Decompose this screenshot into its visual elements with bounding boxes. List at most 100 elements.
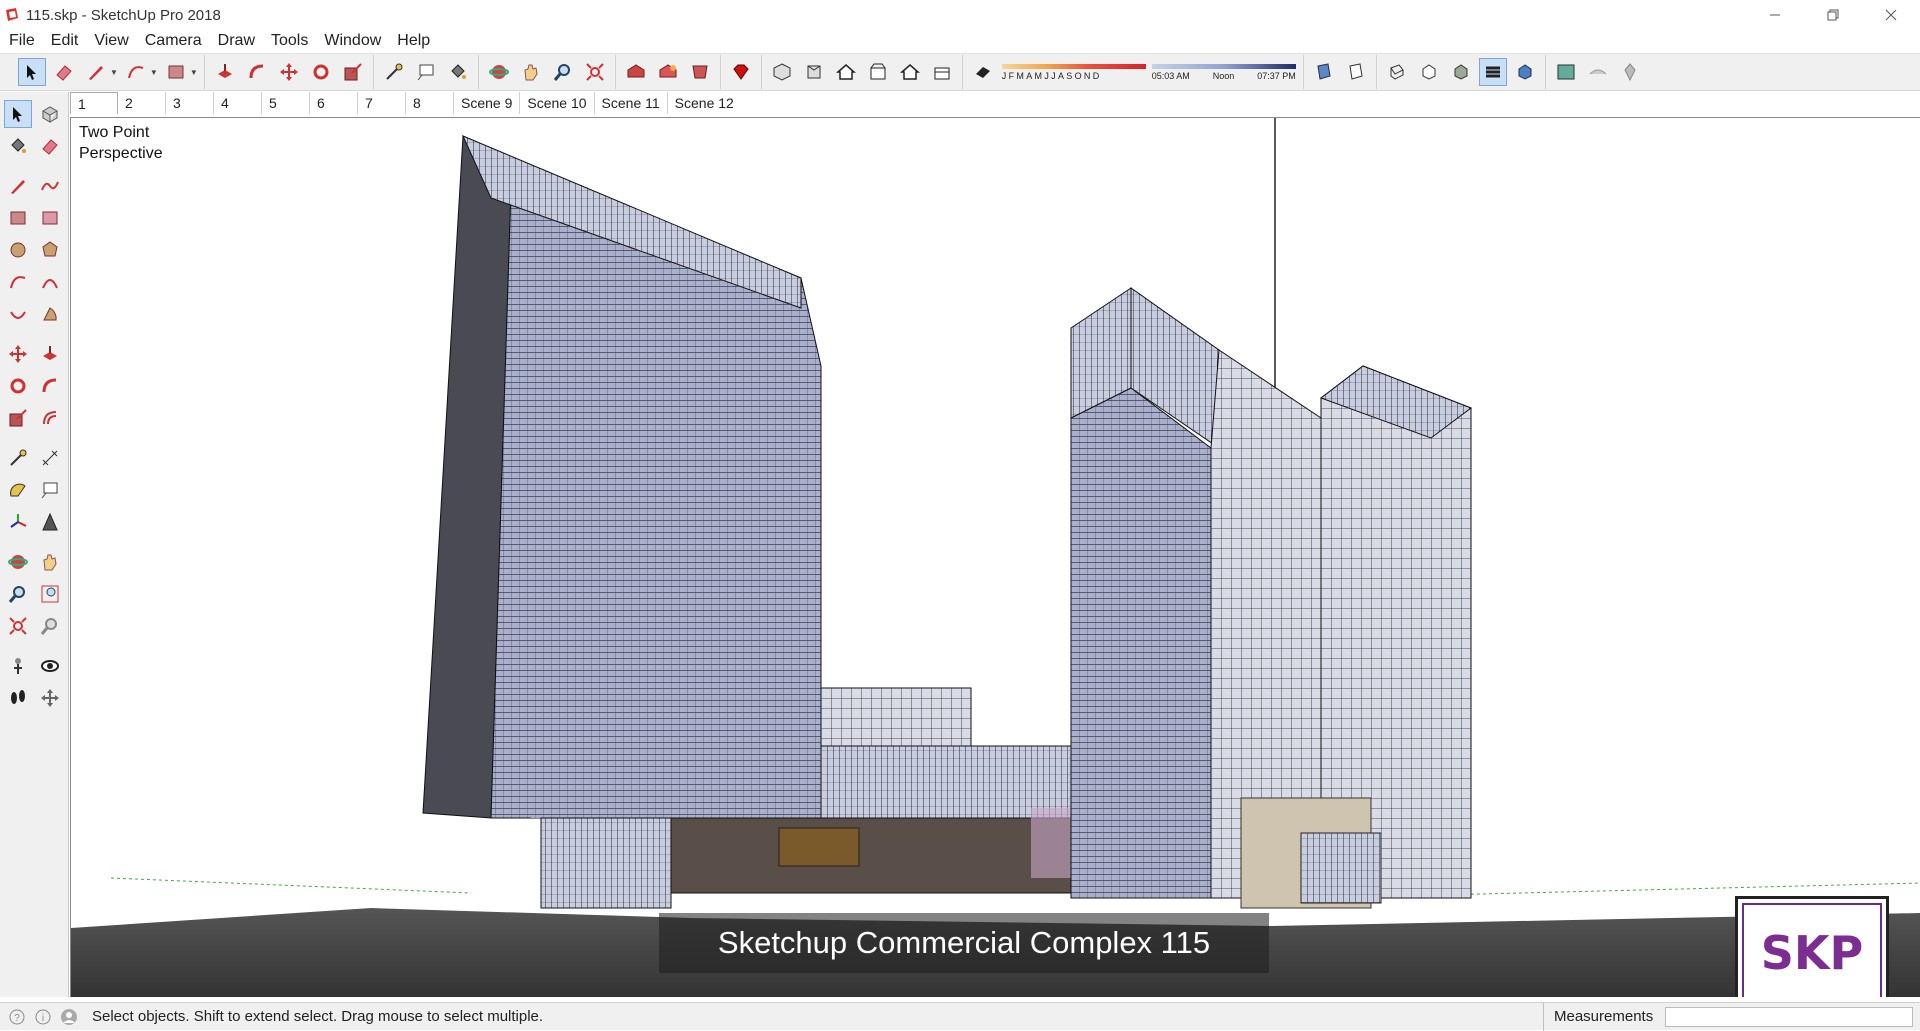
shadow-toggle-button[interactable] bbox=[969, 58, 997, 86]
palette-eraser-button[interactable] bbox=[36, 132, 64, 160]
palette-zoom-window-button[interactable] bbox=[36, 580, 64, 608]
rotate-tool-button[interactable] bbox=[307, 58, 335, 86]
palette-text-button[interactable] bbox=[36, 476, 64, 504]
xray-style-button[interactable] bbox=[1383, 58, 1411, 86]
palette-walk-button[interactable] bbox=[4, 684, 32, 712]
arc-tool-button[interactable] bbox=[122, 58, 150, 86]
right-view-button[interactable] bbox=[864, 58, 892, 86]
scene-tab-8[interactable]: 8 bbox=[406, 92, 454, 114]
tape-measure-button[interactable] bbox=[380, 58, 408, 86]
push-pull-button[interactable] bbox=[211, 58, 239, 86]
palette-make-component-button[interactable] bbox=[36, 100, 64, 128]
photo-texture-button[interactable] bbox=[1552, 58, 1580, 86]
palette-push-pull-button[interactable] bbox=[36, 340, 64, 368]
restore-button[interactable] bbox=[1804, 0, 1862, 30]
menu-edit[interactable]: Edit bbox=[50, 32, 80, 50]
scene-tab-1[interactable]: 1 bbox=[70, 92, 118, 114]
time-slider[interactable] bbox=[1151, 63, 1296, 69]
menu-tools[interactable]: Tools bbox=[270, 32, 309, 50]
palette-rotate-button[interactable] bbox=[4, 372, 32, 400]
share-model-button[interactable] bbox=[654, 58, 682, 86]
shaded-textures-button[interactable] bbox=[1478, 58, 1507, 86]
left-view-button[interactable] bbox=[928, 58, 956, 86]
palette-offset-button[interactable] bbox=[36, 404, 64, 432]
palette-paint-bucket-button[interactable] bbox=[4, 132, 32, 160]
rectangle-tool-button[interactable] bbox=[162, 58, 190, 86]
paint-bucket-button[interactable] bbox=[444, 58, 472, 86]
palette-2point-arc-button[interactable] bbox=[36, 268, 64, 296]
geo-location-icon[interactable]: ? bbox=[8, 1008, 26, 1026]
menu-help[interactable]: Help bbox=[396, 32, 431, 50]
scene-tab-5[interactable]: 5 bbox=[262, 92, 310, 114]
location-button[interactable] bbox=[1616, 58, 1644, 86]
section-display-button[interactable] bbox=[1342, 58, 1370, 86]
iso-view-button[interactable] bbox=[768, 58, 796, 86]
extension-warehouse-button[interactable] bbox=[686, 58, 714, 86]
palette-arc-button[interactable] bbox=[4, 268, 32, 296]
palette-3point-arc-button[interactable] bbox=[4, 300, 32, 328]
scene-tab-12[interactable]: Scene 12 bbox=[668, 92, 741, 114]
palette-look-around-button[interactable] bbox=[36, 652, 64, 680]
palette-orbit-button[interactable] bbox=[4, 548, 32, 576]
palette-protractor-button[interactable] bbox=[4, 476, 32, 504]
palette-zoom-button[interactable] bbox=[4, 580, 32, 608]
menu-draw[interactable]: Draw bbox=[217, 32, 256, 50]
text-tool-button[interactable] bbox=[412, 58, 440, 86]
palette-section-plane-button[interactable] bbox=[36, 684, 64, 712]
palette-select-button[interactable] bbox=[4, 100, 32, 128]
menu-camera[interactable]: Camera bbox=[144, 32, 203, 50]
sandbox-button[interactable] bbox=[1584, 58, 1612, 86]
arc-dropdown-arrow[interactable]: ▼ bbox=[150, 68, 158, 77]
drawing-viewport[interactable]: Two Point Perspective Sketchup Commercia… bbox=[70, 117, 1920, 997]
palette-previous-view-button[interactable] bbox=[36, 612, 64, 640]
zoom-extents-button[interactable] bbox=[581, 58, 609, 86]
palette-circle-button[interactable] bbox=[4, 236, 32, 264]
palette-zoom-extents-button[interactable] bbox=[4, 612, 32, 640]
palette-move-button[interactable] bbox=[4, 340, 32, 368]
credits-icon[interactable]: i bbox=[34, 1008, 52, 1026]
line-dropdown-arrow[interactable]: ▼ bbox=[110, 68, 118, 77]
menu-window[interactable]: Window bbox=[323, 32, 382, 50]
select-tool-button[interactable] bbox=[18, 58, 46, 86]
palette-rectangle-button[interactable] bbox=[4, 204, 32, 232]
palette-rotated-rectangle-button[interactable] bbox=[36, 204, 64, 232]
palette-line-button[interactable] bbox=[4, 172, 32, 200]
scene-tab-6[interactable]: 6 bbox=[310, 92, 358, 114]
palette-tape-measure-button[interactable] bbox=[4, 444, 32, 472]
pan-button[interactable] bbox=[517, 58, 545, 86]
scene-tab-10[interactable]: Scene 10 bbox=[520, 92, 595, 114]
monochrome-button[interactable] bbox=[1511, 58, 1539, 86]
move-tool-button[interactable] bbox=[275, 58, 303, 86]
month-slider[interactable] bbox=[1001, 63, 1146, 69]
eraser-tool-button[interactable] bbox=[50, 58, 78, 86]
top-view-button[interactable] bbox=[800, 58, 828, 86]
section-plane-button[interactable] bbox=[1310, 58, 1338, 86]
scene-tab-2[interactable]: 2 bbox=[118, 92, 166, 114]
palette-follow-me-button[interactable] bbox=[36, 372, 64, 400]
follow-me-button[interactable] bbox=[243, 58, 271, 86]
palette-pie-button[interactable] bbox=[36, 300, 64, 328]
user-account-icon[interactable] bbox=[60, 1008, 78, 1026]
menu-file[interactable]: File bbox=[8, 32, 36, 50]
palette-axes-button[interactable] bbox=[4, 508, 32, 536]
palette-polygon-button[interactable] bbox=[36, 236, 64, 264]
ruby-console-button[interactable] bbox=[727, 58, 755, 86]
line-tool-button[interactable] bbox=[82, 58, 110, 86]
scene-tab-7[interactable]: 7 bbox=[358, 92, 406, 114]
palette-dimension-button[interactable] bbox=[36, 444, 64, 472]
palette-scale-button[interactable] bbox=[4, 404, 32, 432]
shape-dropdown-arrow[interactable]: ▼ bbox=[190, 68, 198, 77]
back-view-button[interactable] bbox=[896, 58, 924, 86]
scene-tab-9[interactable]: Scene 9 bbox=[454, 92, 521, 114]
front-view-button[interactable] bbox=[832, 58, 860, 86]
palette-3d-text-button[interactable] bbox=[36, 508, 64, 536]
orbit-button[interactable] bbox=[485, 58, 513, 86]
3d-warehouse-button[interactable] bbox=[622, 58, 650, 86]
minimize-button[interactable] bbox=[1746, 0, 1804, 30]
scene-tab-11[interactable]: Scene 11 bbox=[595, 92, 668, 114]
palette-pan-button[interactable] bbox=[36, 548, 64, 576]
scene-tab-4[interactable]: 4 bbox=[214, 92, 262, 114]
palette-freehand-button[interactable] bbox=[36, 172, 64, 200]
scene-tab-3[interactable]: 3 bbox=[166, 92, 214, 114]
measurements-input[interactable] bbox=[1665, 1007, 1913, 1027]
